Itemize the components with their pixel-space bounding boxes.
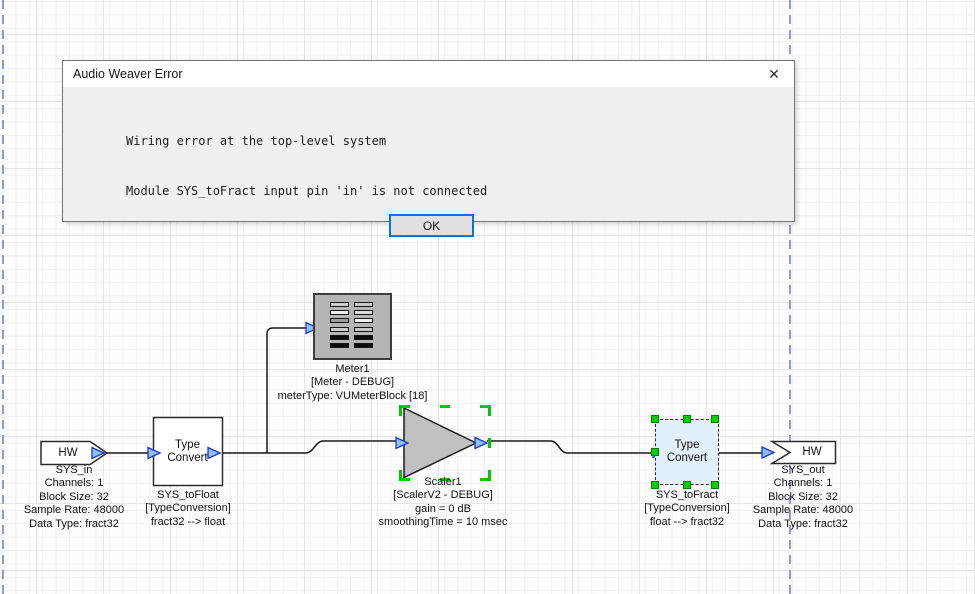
meter-bar [354, 327, 373, 332]
sys-tofract-block[interactable]: Type Convert [655, 419, 719, 485]
meter-bar [354, 302, 373, 307]
error-message: Wiring error at the top-level system Mod… [63, 87, 794, 232]
module-detail: gain = 0 dB [358, 503, 528, 516]
selection-handle[interactable] [711, 415, 719, 423]
module-detail: Channels: 1 [733, 477, 873, 490]
meter-bar [330, 318, 349, 323]
module-detail: [TypeConversion] [118, 502, 258, 515]
meter-bar [354, 335, 373, 340]
selection-bracket[interactable] [480, 405, 491, 416]
selection-handle[interactable] [711, 481, 719, 489]
selection-handle[interactable] [683, 415, 691, 423]
selection-handle[interactable] [651, 415, 659, 423]
dialog-title: Audio Weaver Error [63, 67, 183, 81]
module-detail: meterType: VUMeterBlock [18] [262, 390, 443, 403]
module-detail: fract32 --> float [118, 516, 258, 529]
scaler1-output-pin-icon[interactable] [475, 438, 487, 449]
module-name[interactable]: SYS_toFloat [118, 489, 258, 502]
meter1-block[interactable] [313, 293, 392, 360]
module-detail: Block Size: 32 [733, 491, 873, 504]
meter-bar [354, 318, 373, 323]
module-detail: Sample Rate: 48000 [733, 504, 873, 517]
sys-out-input-pin-icon[interactable] [762, 447, 774, 458]
selection-handle[interactable] [651, 448, 659, 456]
vu-meter-icon [330, 302, 373, 351]
meter-bar [330, 335, 349, 340]
sys-tofloat-caption: SYS_toFloat [TypeConversion] fract32 -->… [118, 489, 258, 529]
sys-tofract-block-label: Type Convert [656, 420, 718, 484]
meter-bar [330, 302, 349, 307]
meter-bar [330, 343, 349, 348]
meter-bar [354, 343, 373, 348]
error-dialog: Audio Weaver Error ✕ Wiring error at the… [62, 60, 795, 222]
module-detail: [Meter - DEBUG] [262, 376, 443, 389]
error-message-line: Module SYS_toFract input pin 'in' is not… [126, 183, 794, 200]
dialog-titlebar[interactable]: Audio Weaver Error ✕ [63, 61, 794, 87]
type-convert-label-line: Type [675, 439, 700, 452]
dialog-body: Wiring error at the top-level system Mod… [63, 87, 794, 223]
module-name[interactable]: SYS_out [733, 464, 873, 477]
sys-out-block[interactable] [772, 442, 836, 464]
meter1-caption: Meter1 [Meter - DEBUG] meterType: VUMete… [262, 363, 443, 403]
designer-canvas[interactable]: Type Convert HW Type Convert HW SYS_in C… [0, 0, 975, 594]
module-detail: Data Type: fract32 [733, 518, 873, 531]
selection-handle[interactable] [683, 481, 691, 489]
error-message-line: Wiring error at the top-level system [126, 133, 794, 150]
wire-tofloat-to-scaler[interactable] [220, 441, 404, 453]
selection-handle[interactable] [488, 438, 491, 448]
meter-bar [330, 327, 349, 332]
module-name[interactable]: Meter1 [262, 363, 443, 376]
scaler1-caption: Scaler1 [ScalerV2 - DEBUG] gain = 0 dB s… [358, 476, 528, 530]
module-name[interactable]: Scaler1 [358, 476, 528, 489]
module-detail: smoothingTime = 10 msec [358, 516, 528, 529]
meter-bar [354, 310, 373, 315]
scaler1-block[interactable] [404, 408, 476, 478]
module-detail: [ScalerV2 - DEBUG] [358, 489, 528, 502]
close-icon[interactable]: ✕ [762, 63, 786, 85]
sys-out-caption: SYS_out Channels: 1 Block Size: 32 Sampl… [733, 464, 873, 531]
ok-button[interactable]: OK [389, 214, 474, 237]
type-convert-label-line: Convert [667, 452, 707, 465]
wire-scaler-to-tofract[interactable] [487, 441, 656, 453]
selection-bracket[interactable] [399, 405, 410, 416]
meter-bar [330, 310, 349, 315]
module-name[interactable]: SYS_in [4, 464, 144, 477]
selection-handle[interactable] [440, 405, 450, 408]
selection-handle[interactable] [651, 481, 659, 489]
